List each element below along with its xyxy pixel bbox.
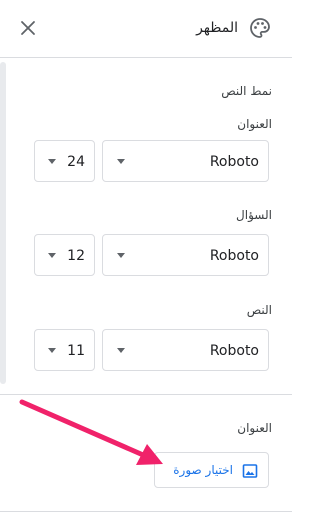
question-size-value: 12 [67, 248, 85, 264]
close-icon [21, 21, 35, 35]
dropdown-caret-icon [48, 348, 56, 353]
scrollbar[interactable] [0, 62, 6, 384]
text-font-select[interactable]: Roboto [102, 329, 269, 371]
text-size-select[interactable]: 11 [34, 329, 95, 371]
palette-icon [250, 18, 270, 38]
title-font-value: Roboto [209, 154, 259, 170]
header-image-label: العنوان [237, 421, 272, 435]
dropdown-caret-icon [117, 159, 125, 164]
dropdown-caret-icon [48, 159, 56, 164]
text-size-value: 11 [67, 343, 85, 359]
appearance-panel: المظهر نمط النص العنوان 24 Roboto السؤال… [0, 0, 292, 529]
question-font-value: Roboto [209, 248, 259, 264]
section-divider [0, 394, 292, 395]
text-style-heading: نمط النص [221, 84, 272, 98]
close-button[interactable] [14, 14, 42, 42]
text-body-style-label: النص [246, 303, 272, 317]
image-icon [242, 464, 258, 478]
dropdown-caret-icon [48, 253, 56, 258]
question-font-select[interactable]: Roboto [102, 234, 269, 276]
title-style-label: العنوان [237, 117, 272, 131]
choose-image-button[interactable]: اختيار صورة [154, 452, 269, 488]
choose-image-label: اختيار صورة [173, 463, 233, 477]
title-size-select[interactable]: 24 [34, 140, 95, 182]
panel-title: المظهر [196, 20, 238, 36]
panel-header: المظهر [0, 0, 292, 58]
bottom-divider [0, 511, 292, 512]
dropdown-caret-icon [117, 348, 125, 353]
title-font-select[interactable]: Roboto [102, 140, 269, 182]
dropdown-caret-icon [117, 253, 125, 258]
text-font-value: Roboto [209, 343, 259, 359]
question-style-label: السؤال [236, 208, 272, 222]
title-size-value: 24 [67, 154, 85, 170]
question-size-select[interactable]: 12 [34, 234, 95, 276]
